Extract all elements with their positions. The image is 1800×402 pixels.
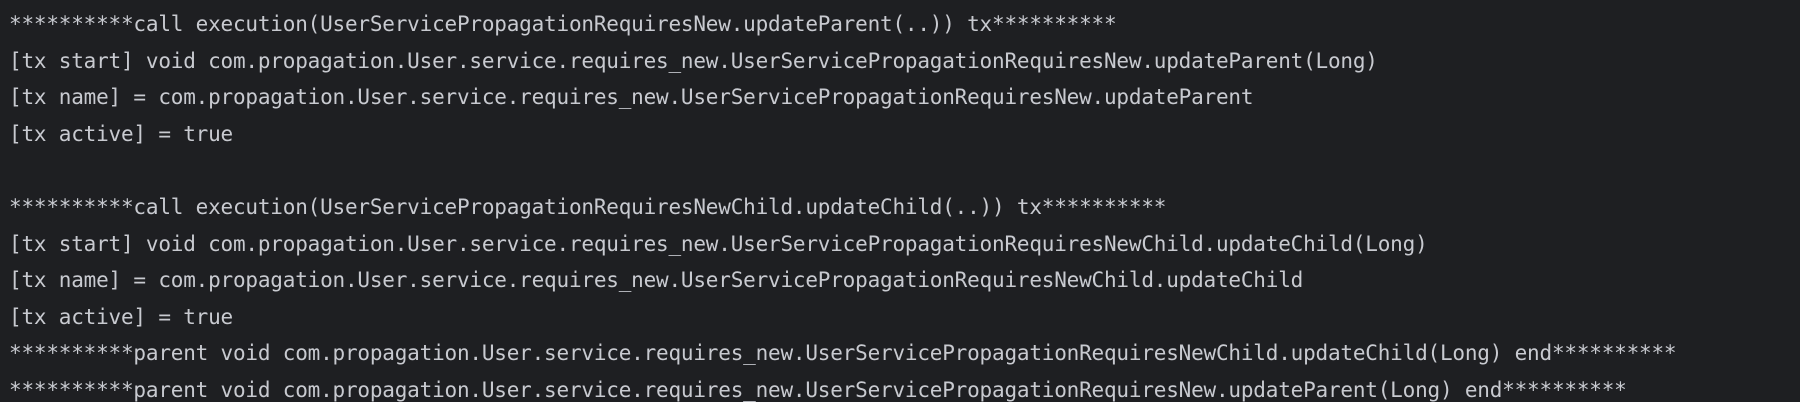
log-line: [tx active] = true xyxy=(9,121,233,146)
log-line: [tx name] = com.propagation.User.service… xyxy=(9,85,1254,110)
log-line-blank xyxy=(9,152,1800,189)
log-line: **********call execution(UserServiceProp… xyxy=(9,194,1167,219)
log-line: [tx start] void com.propagation.User.ser… xyxy=(9,231,1428,256)
log-line: [tx start] void com.propagation.User.ser… xyxy=(9,48,1378,73)
console-output[interactable]: **********call execution(UserServiceProp… xyxy=(0,0,1800,402)
log-line: **********parent void com.propagation.Us… xyxy=(9,341,1677,366)
log-line: **********call execution(UserServiceProp… xyxy=(9,12,1117,36)
log-line: [tx name] = com.propagation.User.service… xyxy=(9,268,1304,293)
log-line: [tx active] = true xyxy=(9,304,233,329)
log-line: **********parent void com.propagation.Us… xyxy=(9,377,1627,402)
